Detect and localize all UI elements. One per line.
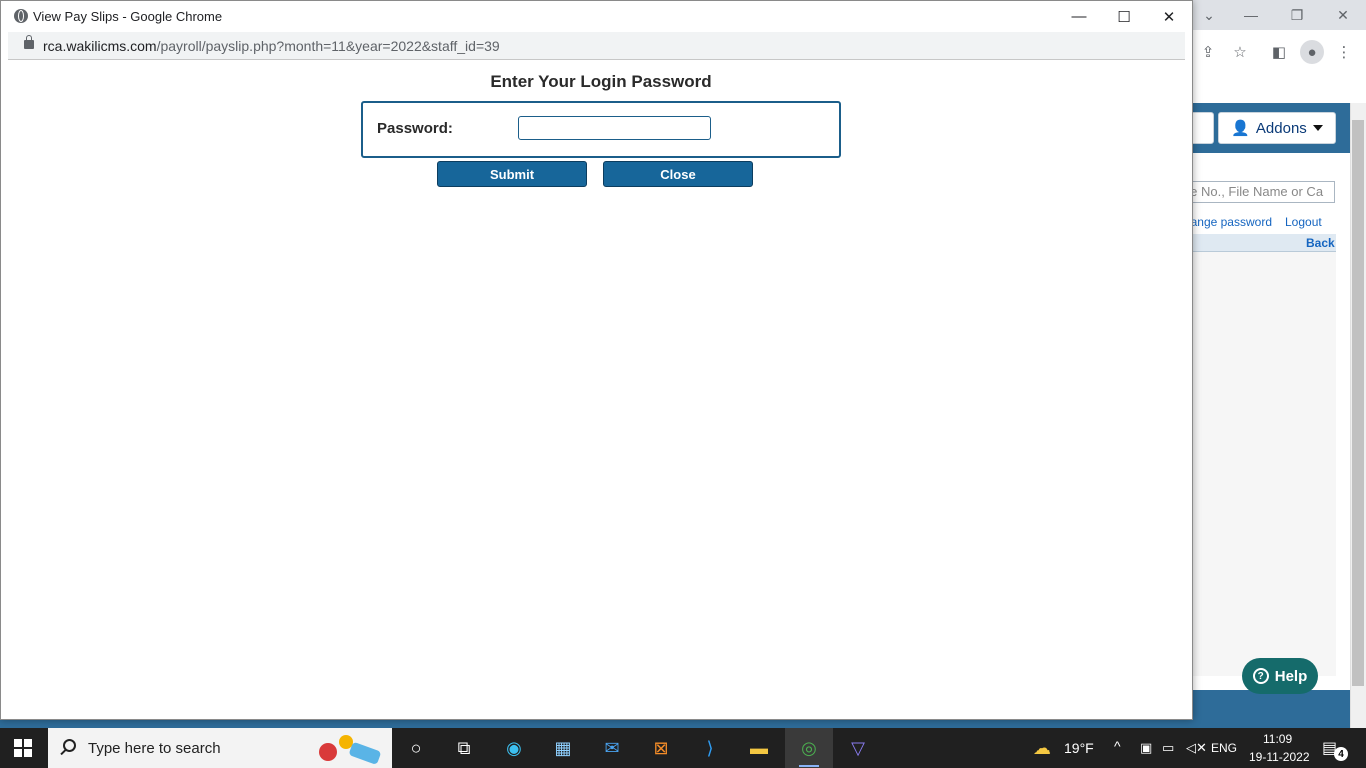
- page-title: Enter Your Login Password: [490, 72, 712, 91]
- file-explorer-icon[interactable]: ▬: [735, 728, 783, 768]
- lock-icon: [24, 35, 34, 49]
- popup-close-button[interactable]: ✕: [1146, 1, 1192, 32]
- globe-icon: [14, 9, 28, 23]
- submit-button[interactable]: Submit: [437, 161, 587, 187]
- edge-browser-icon[interactable]: ◉: [490, 728, 538, 768]
- background-close-button[interactable]: ✕: [1320, 0, 1366, 30]
- clock-date[interactable]: 19-11-2022: [1249, 750, 1310, 764]
- language-indicator[interactable]: ENG: [1211, 741, 1237, 755]
- payslip-popup-window: View Pay Slips - Google Chrome — ☐ ✕ rca…: [0, 0, 1193, 720]
- url-text: rca.wakilicms.com/payroll/payslip.php?mo…: [43, 38, 500, 54]
- change-password-link[interactable]: Change password: [1190, 215, 1272, 229]
- background-scrollbar-thumb[interactable]: [1352, 120, 1364, 686]
- background-minimize-button[interactable]: —: [1228, 0, 1274, 30]
- bookmark-star-icon[interactable]: ☆: [1228, 40, 1252, 64]
- profile-avatar-icon[interactable]: ●: [1300, 40, 1324, 64]
- help-button[interactable]: ? Help: [1242, 658, 1318, 694]
- cortana-icon[interactable]: ○: [392, 728, 440, 768]
- weather-temperature[interactable]: 19°F: [1064, 740, 1094, 756]
- chrome-menu-icon[interactable]: ⋮: [1332, 40, 1356, 64]
- windows-start-icon[interactable]: [14, 739, 32, 757]
- question-icon: ?: [1252, 668, 1269, 684]
- popup-maximize-button[interactable]: ☐: [1101, 1, 1147, 32]
- password-label: Password:: [377, 120, 453, 137]
- mail-icon[interactable]: ✉: [588, 728, 636, 768]
- close-button[interactable]: Close: [603, 161, 753, 187]
- side-panel-icon[interactable]: ◧: [1267, 40, 1291, 64]
- taskbar-search-box[interactable]: Type here to search: [48, 728, 392, 768]
- addons-dropdown[interactable]: 👤 Addons: [1218, 112, 1336, 144]
- popup-minimize-button[interactable]: —: [1056, 1, 1102, 32]
- user-icon: 👤: [1231, 120, 1250, 137]
- addons-label: Addons: [1255, 119, 1307, 137]
- background-side-panel: [1180, 252, 1336, 676]
- vpn-app-icon[interactable]: ▽: [834, 728, 882, 768]
- search-icon: [63, 739, 76, 752]
- background-restore-button[interactable]: ❐: [1274, 0, 1320, 30]
- address-bar[interactable]: rca.wakilicms.com/payroll/payslip.php?mo…: [8, 32, 1185, 59]
- chrome-icon[interactable]: ◎: [785, 728, 833, 768]
- popup-page-content: Enter Your Login Password Password: Subm…: [8, 59, 1185, 719]
- help-label: Help: [1274, 667, 1308, 685]
- microsoft-store-icon[interactable]: ▦: [539, 728, 587, 768]
- notification-count-badge: 4: [1334, 747, 1348, 761]
- back-link[interactable]: Back: [1306, 236, 1335, 250]
- volume-muted-icon[interactable]: ◁✕: [1186, 740, 1207, 756]
- network-icon[interactable]: ▭: [1162, 740, 1174, 756]
- clock-time[interactable]: 11:09: [1263, 732, 1292, 746]
- search-highlight-image: [319, 735, 381, 764]
- password-input[interactable]: [518, 116, 711, 140]
- taskbar-search-placeholder: Type here to search: [88, 740, 221, 757]
- share-icon[interactable]: ⇪: [1196, 40, 1220, 64]
- xampp-icon[interactable]: ⊠: [637, 728, 685, 768]
- url-path: /payroll/payslip.php?month=11&year=2022&…: [156, 38, 500, 54]
- weather-icon[interactable]: ☁: [1020, 728, 1064, 768]
- chevron-up-icon[interactable]: ^: [1114, 738, 1121, 754]
- chevron-down-icon: [1312, 125, 1323, 131]
- popup-window-title: View Pay Slips - Google Chrome: [33, 9, 223, 24]
- meet-now-icon[interactable]: ▣: [1140, 740, 1152, 756]
- url-host: rca.wakilicms.com: [43, 38, 157, 54]
- password-form-box: Password:: [361, 101, 841, 158]
- vscode-icon[interactable]: ⟩: [686, 728, 734, 768]
- task-view-icon[interactable]: ⧉: [440, 728, 488, 768]
- popup-title-bar: View Pay Slips - Google Chrome — ☐ ✕: [1, 1, 1192, 32]
- logout-link[interactable]: Logout: [1285, 215, 1322, 229]
